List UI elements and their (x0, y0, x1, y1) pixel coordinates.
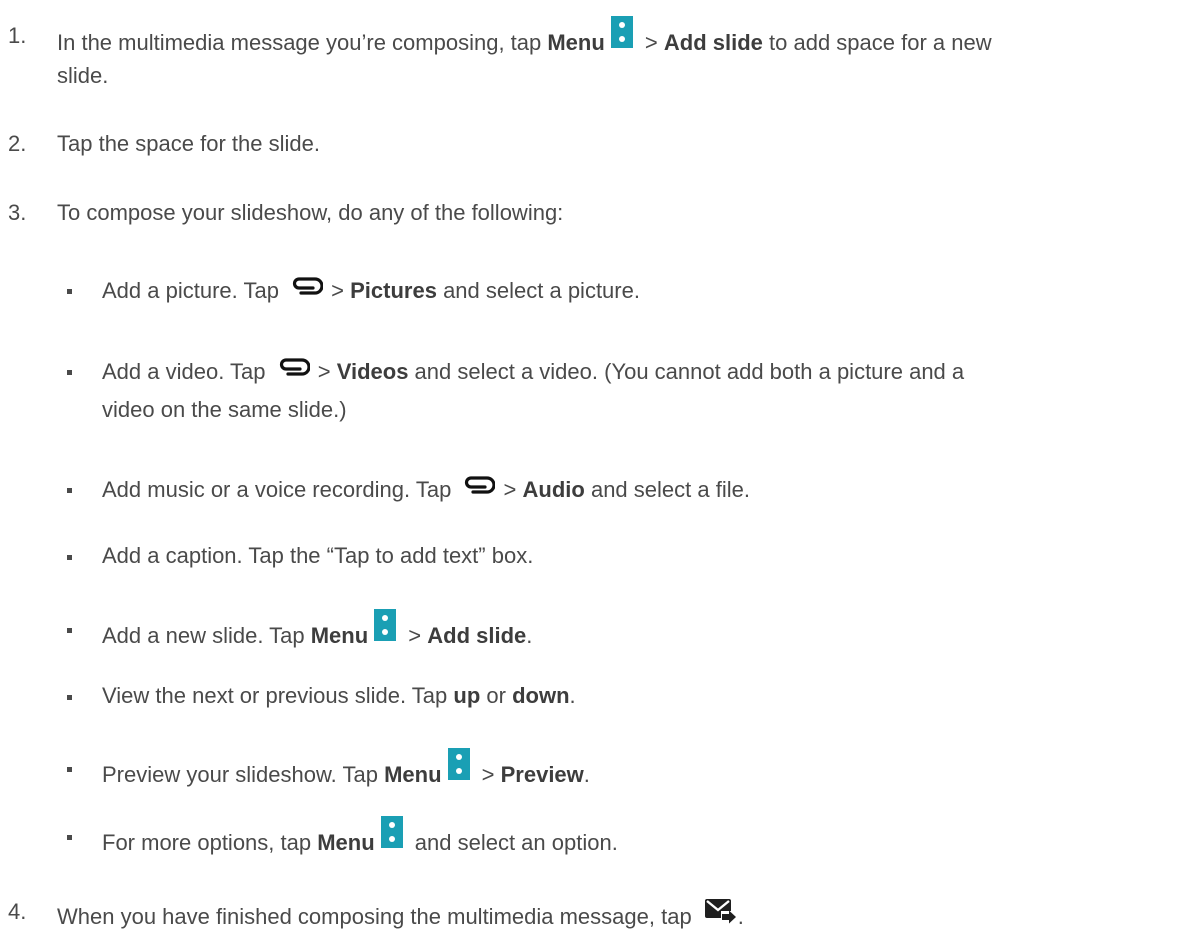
step-number: 3. (8, 200, 27, 225)
bullet-preview: Preview your slideshow. Tap Menu > Previ… (102, 748, 590, 789)
bullet-add-video-continuation: video on the same slide.) (102, 397, 347, 422)
paperclip-icon (292, 277, 324, 295)
step-number: 4. (8, 899, 27, 924)
bullet-add-new-slide: Add a new slide. Tap Menu > Add slide. (102, 609, 532, 650)
step-number: 1. (8, 23, 27, 48)
bullet-marker (67, 555, 72, 560)
step-3-text: To compose your slideshow, do any of the… (57, 200, 564, 225)
step-4-text: When you have finished composing the mul… (57, 898, 744, 931)
add-slide-label: Add slide (663, 30, 763, 55)
step-1-text: In the multimedia message you’re composi… (57, 16, 992, 57)
bullet-marker (67, 488, 72, 493)
menu-icon (610, 16, 633, 48)
bullet-marker (67, 628, 72, 633)
menu-icon (380, 816, 403, 848)
bullet-marker (67, 370, 72, 375)
bullet-add-caption: Add a caption. Tap the “Tap to add text”… (102, 543, 534, 568)
paperclip-icon (279, 358, 310, 376)
send-message-icon (704, 899, 736, 924)
step-number: 2. (8, 131, 27, 156)
menu-icon (374, 609, 397, 641)
bullet-add-video: Add a video. Tap > Videos and select a v… (102, 358, 965, 384)
bullet-view-slides: View the next or previous slide. Tap up … (102, 683, 576, 708)
bullet-marker (67, 767, 72, 772)
bullet-marker (67, 695, 72, 700)
menu-icon (447, 748, 470, 780)
step-1-continuation: slide. (57, 63, 109, 88)
bullet-marker (67, 289, 72, 294)
bullet-add-picture: Add a picture. Tap > Pictures and select… (102, 277, 640, 303)
bullet-more-options: For more options, tap Menu and select an… (102, 816, 618, 857)
menu-label: Menu (547, 30, 605, 55)
bullet-marker (67, 835, 72, 840)
paperclip-icon (465, 476, 496, 494)
bullet-add-audio: Add music or a voice recording. Tap > Au… (102, 476, 750, 502)
step-2-text: Tap the space for the slide. (57, 131, 320, 156)
